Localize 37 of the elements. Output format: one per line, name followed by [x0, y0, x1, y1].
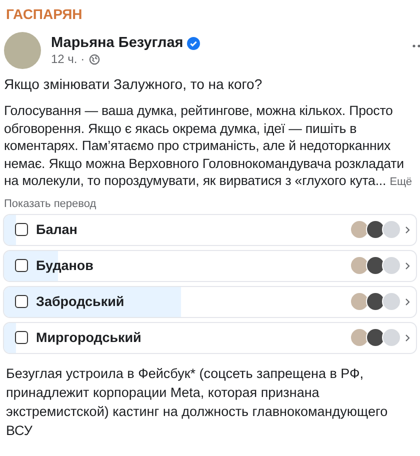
voter-avatar-placeholder [382, 292, 401, 311]
voter-avatar-placeholder [350, 292, 369, 311]
channel-name: ГАСПАРЯН [5, 5, 84, 24]
poll-option[interactable]: Миргородський [3, 322, 417, 354]
voter-avatar-placeholder [366, 328, 385, 347]
post-text: Голосування — ваша думка, рейтингове, можна кількох. Просто обговорення. Якщо є якась окрема думка, ідеї — пишіть в коментарях. Пам’ятаємо про стриманість, але й недоторканних немає. Якщо можна Верховного Головнокомандувача розкладати на молекули, то пороздумувати, як вирватися з «глухого кута... Ещё [4, 102, 413, 190]
voter-avatar-placeholder [366, 256, 385, 275]
post-question: Якщо змінювати Залужного, то на кого? [4, 75, 264, 93]
checkbox[interactable] [15, 259, 28, 272]
more-options-icon[interactable] [412, 44, 420, 48]
chevron-right-icon [405, 226, 410, 234]
poll-option[interactable]: Буданов [3, 250, 417, 282]
poll-option[interactable]: Забродський [3, 286, 417, 318]
post-time[interactable]: 12 ч. · [51, 52, 85, 66]
option-label: Забродський [36, 294, 126, 309]
checkbox[interactable] [15, 223, 28, 236]
voter-avatar-placeholder [350, 220, 369, 239]
author-name[interactable]: Марьяна Безуглая [51, 35, 184, 51]
poll-option[interactable]: Балан [3, 214, 417, 246]
checkbox[interactable] [15, 295, 28, 308]
voter-avatar-placeholder [350, 328, 369, 347]
voter-avatar-placeholder [382, 328, 401, 347]
voter-avatar-placeholder [366, 220, 385, 239]
see-more-link[interactable]: Ещё [390, 176, 412, 188]
caption-text: Безуглая устроила в Фейсбук* (соцсеть запрещена в РФ, принадлежит корпорации Meta, которая признана экстремистской) кастинг на должность главнокомандующего ВСУ [6, 364, 389, 440]
option-label: Буданов [36, 258, 94, 273]
chevron-right-icon [405, 298, 410, 306]
option-label: Балан [36, 222, 78, 237]
checkbox[interactable] [15, 331, 28, 344]
chevron-right-icon [405, 262, 410, 270]
voter-avatar-placeholder [382, 220, 401, 239]
voter-avatar-placeholder [382, 256, 401, 275]
voter-avatar-placeholder [350, 256, 369, 275]
voter-avatar-placeholder [366, 292, 385, 311]
chevron-right-icon [405, 334, 410, 342]
translate-link[interactable]: Показать перевод [4, 198, 416, 210]
option-label: Миргородський [36, 330, 142, 345]
